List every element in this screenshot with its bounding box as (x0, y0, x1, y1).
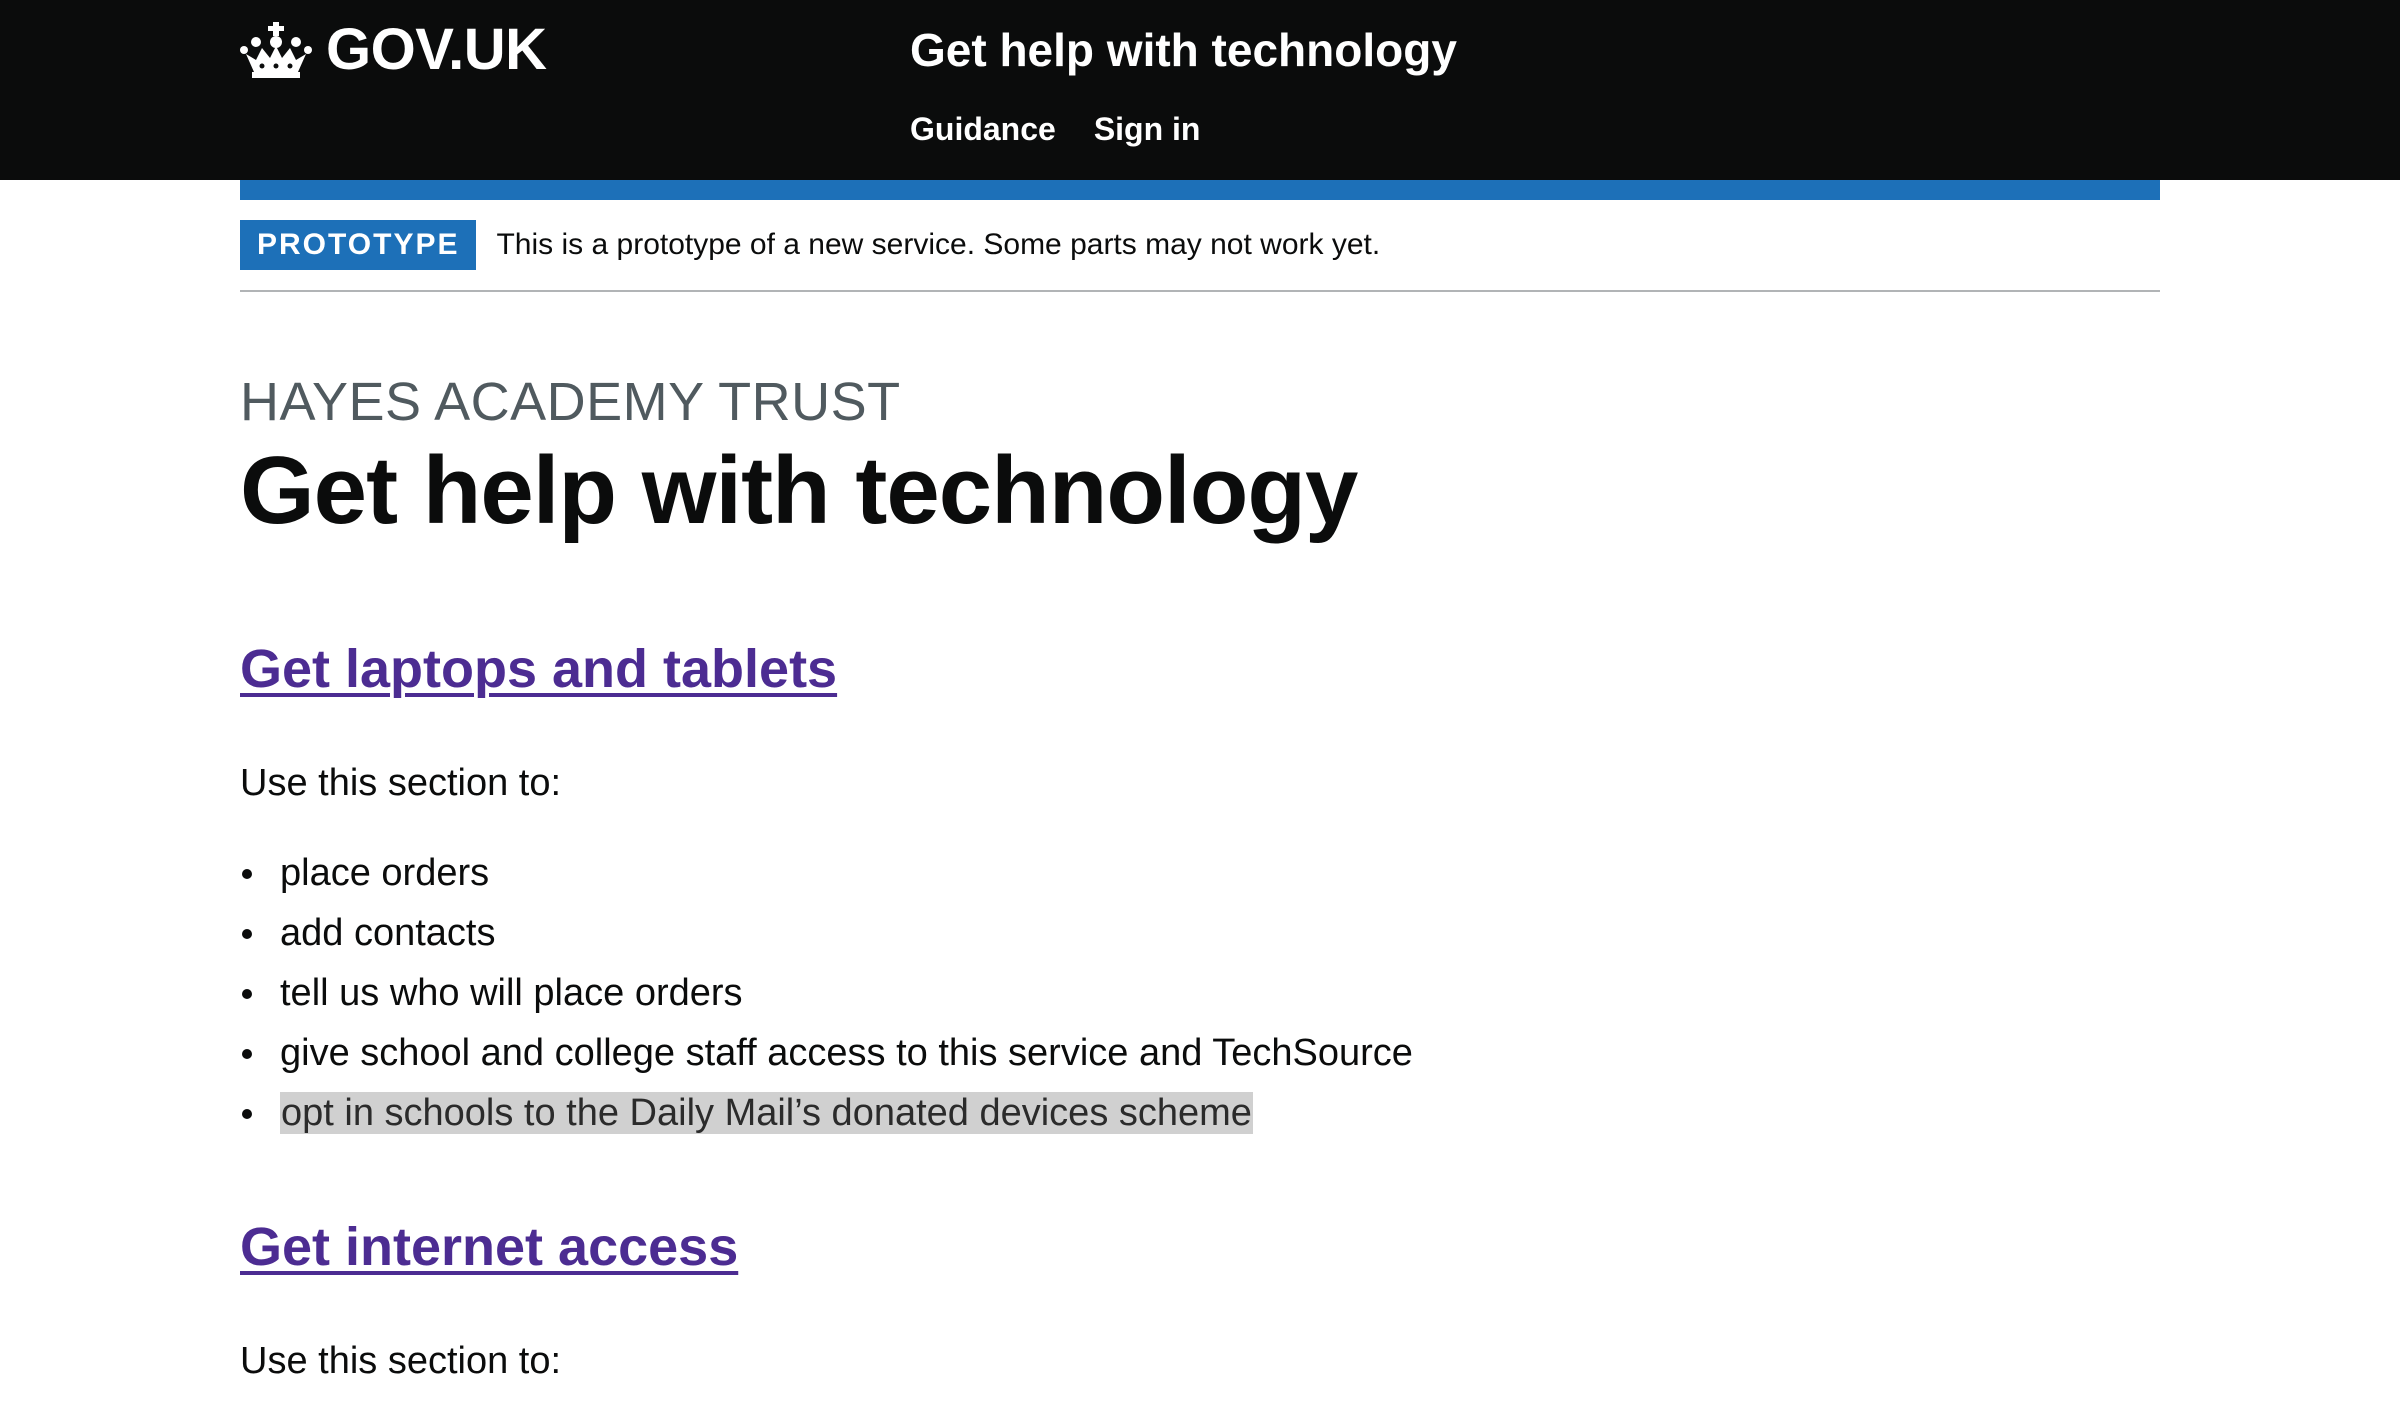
phase-tag: PROTOTYPE (240, 220, 477, 270)
nav-link-sign-in[interactable]: Sign in (1094, 104, 1201, 154)
page-title: Get help with technology (240, 437, 1358, 544)
logo-text: GOV.UK (326, 17, 547, 82)
header-navigation: Guidance Sign in (910, 104, 1238, 154)
list-item: opt in schools to the Daily Mail’s donat… (240, 1088, 1413, 1148)
list-item: give school and college staff access to … (240, 1028, 1413, 1088)
list-item: tell us who will place orders (240, 968, 1413, 1028)
list-item-text: place orders (280, 852, 490, 894)
laptops-task-list: place orders add contacts tell us who wi… (240, 848, 1413, 1148)
section-intro: Use this section to: (240, 1340, 562, 1382)
list-item-text: give school and college staff access to … (280, 1032, 1413, 1074)
section-intro: Use this section to: (240, 762, 562, 804)
highlighted-list-item-text: opt in schools to the Daily Mail’s donat… (280, 1092, 1253, 1134)
crown-icon (240, 22, 312, 78)
list-item: place orders (240, 848, 1413, 908)
nav-link-guidance[interactable]: Guidance (910, 104, 1056, 154)
govuk-logo-link[interactable]: GOV.UK (240, 17, 547, 82)
list-item: add contacts (240, 908, 1413, 968)
get-internet-access-link[interactable]: Get internet access (240, 1214, 738, 1280)
service-name-link[interactable]: Get help with technology (910, 18, 1457, 82)
phase-banner-text: This is a prototype of a new service. So… (496, 228, 1381, 261)
header-blue-bar (240, 180, 2160, 200)
site-header: GOV.UK Get help with technology Guidance… (0, 0, 2400, 180)
list-item-text: add contacts (280, 912, 496, 954)
phase-banner: PROTOTYPE This is a prototype of a new s… (240, 220, 2160, 292)
list-item-text: tell us who will place orders (280, 972, 743, 1014)
organisation-caption: HAYES ACADEMY TRUST (240, 372, 901, 432)
get-laptops-link[interactable]: Get laptops and tablets (240, 636, 837, 702)
